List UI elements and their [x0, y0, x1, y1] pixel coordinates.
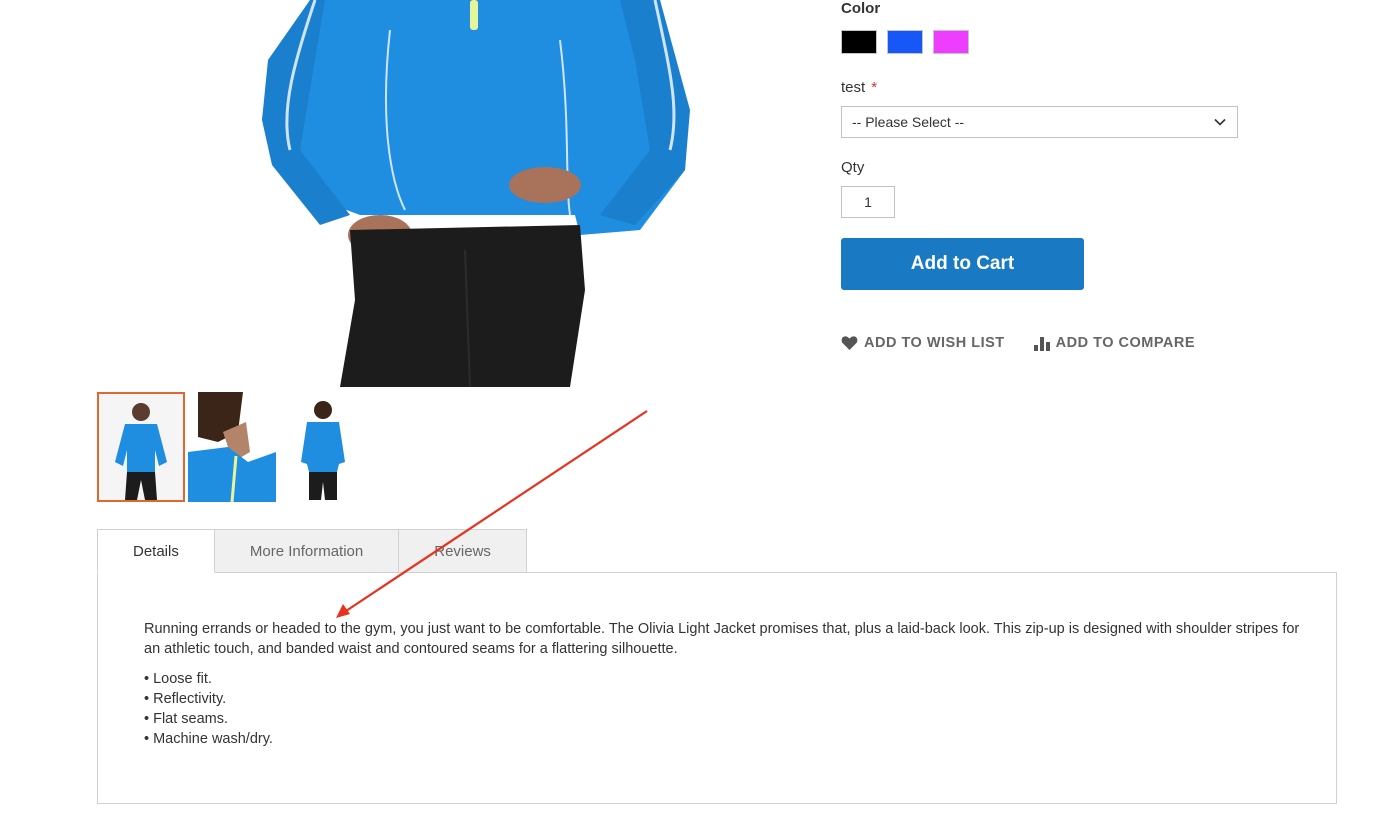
- list-item: • Flat seams.: [144, 711, 229, 727]
- thumbnail-front[interactable]: [97, 392, 185, 502]
- list-item: • Machine wash/dry.: [144, 731, 273, 747]
- test-option-label: test *: [841, 79, 877, 96]
- heart-icon: [841, 336, 858, 350]
- color-label: Color: [841, 0, 881, 17]
- color-swatches: [841, 30, 969, 54]
- required-marker: *: [871, 79, 878, 96]
- add-to-cart-button[interactable]: Add to Cart: [841, 238, 1084, 290]
- swatch-purple[interactable]: [933, 30, 969, 54]
- swatch-black[interactable]: [841, 30, 877, 54]
- wish-list-label: ADD TO WISH LIST: [864, 335, 1005, 351]
- feature-list: • Loose fit. • Reflectivity. • Flat seam…: [144, 669, 273, 749]
- thumbnail-closeup[interactable]: [188, 392, 276, 502]
- chevron-down-icon: [1214, 118, 1226, 126]
- test-label-text: test: [841, 79, 866, 96]
- tab-details[interactable]: Details: [97, 529, 215, 573]
- test-select[interactable]: -- Please Select --: [841, 106, 1238, 138]
- compare-label: ADD TO COMPARE: [1055, 335, 1196, 351]
- product-description: Running errands or headed to the gym, yo…: [144, 621, 1300, 657]
- qty-input[interactable]: 1: [841, 186, 895, 218]
- thumbnail-strip: [97, 392, 367, 502]
- add-to-compare-link[interactable]: ADD TO COMPARE: [1033, 335, 1195, 351]
- list-item: • Loose fit.: [144, 671, 212, 687]
- list-item: • Reflectivity.: [144, 691, 227, 707]
- tab-more-information[interactable]: More Information: [213, 529, 400, 573]
- product-info-tabs: Details More Information Reviews: [97, 529, 527, 573]
- thumbnail-back[interactable]: [279, 392, 367, 502]
- add-to-wish-list-link[interactable]: ADD TO WISH LIST: [841, 335, 1005, 351]
- qty-label: Qty: [841, 159, 865, 176]
- product-actions: ADD TO WISH LIST ADD TO COMPARE: [841, 335, 1195, 351]
- details-panel: Running errands or headed to the gym, yo…: [97, 572, 1337, 804]
- compare-icon: [1033, 337, 1050, 351]
- test-select-value: -- Please Select --: [852, 114, 965, 130]
- swatch-blue[interactable]: [887, 30, 923, 54]
- tab-reviews[interactable]: Reviews: [398, 529, 527, 573]
- main-product-image[interactable]: [240, 0, 720, 387]
